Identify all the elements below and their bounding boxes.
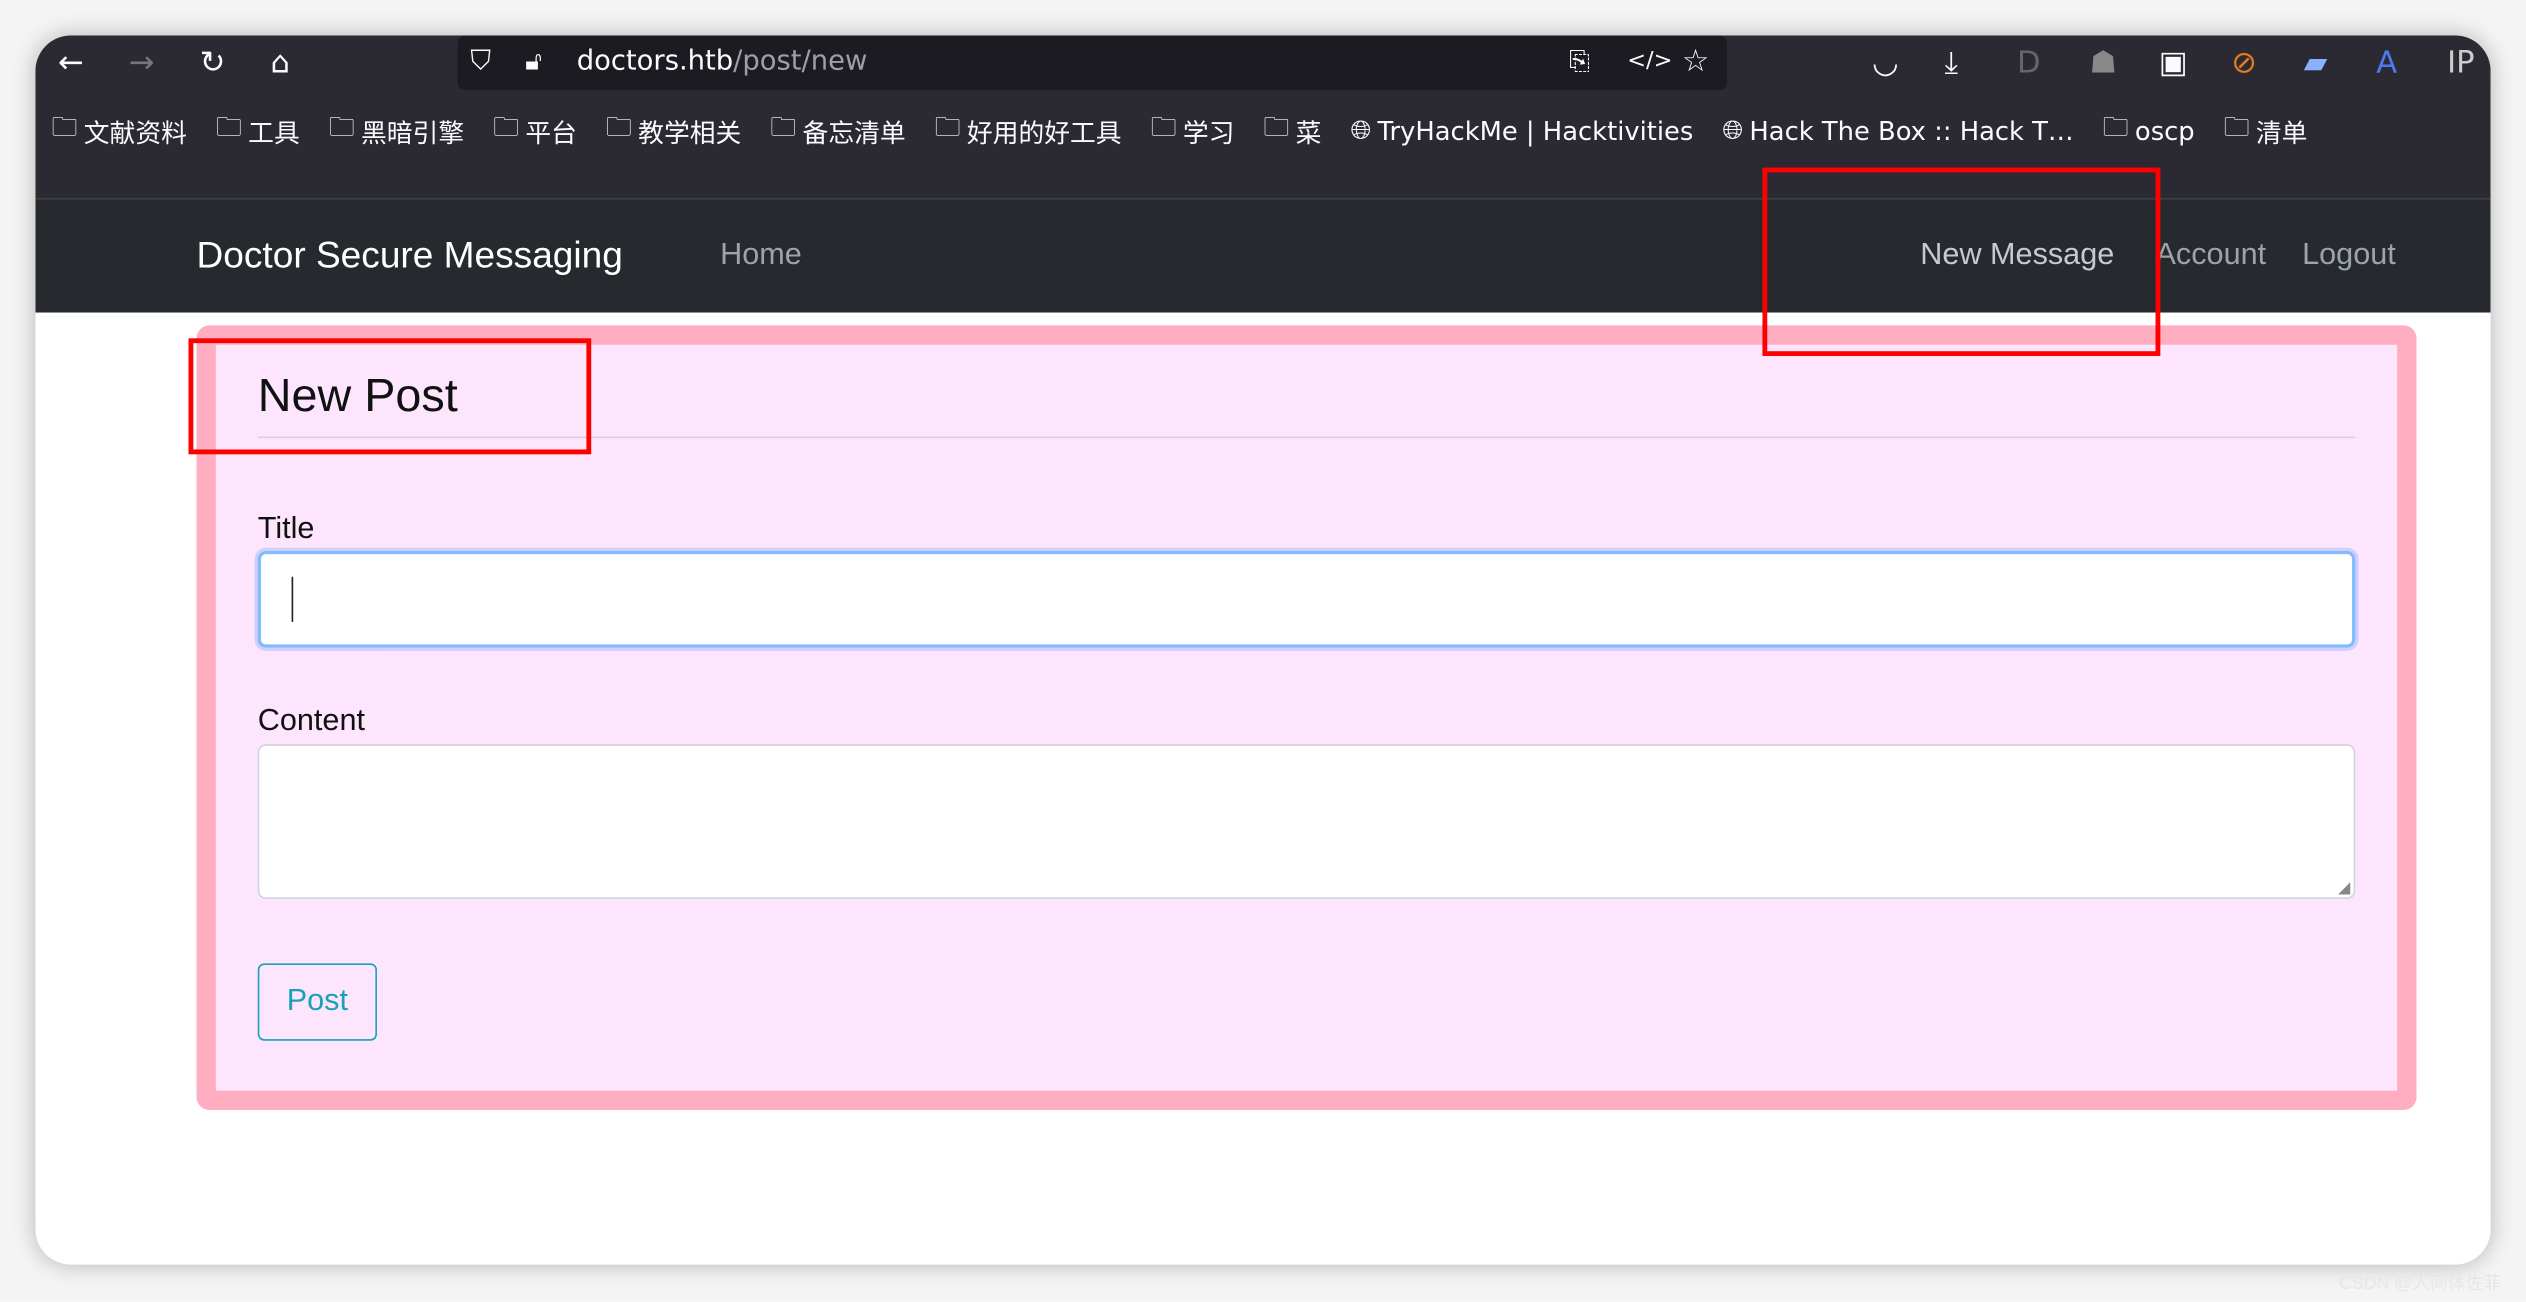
folder-icon: 🗀 (2223, 110, 2250, 141)
extension-bird-icon[interactable]: ▰ (2304, 39, 2328, 87)
bookmark[interactable]: 🗀 oscp (2103, 110, 2195, 148)
url-text[interactable]: doctors.htb/post/new (577, 45, 868, 77)
post-button[interactable]: Post (257, 963, 377, 1041)
pocket-icon[interactable]: ◡ (1872, 39, 1899, 87)
folder-icon: 🗀 (328, 110, 355, 141)
bookmark[interactable]: 🗀 平台 (493, 110, 577, 149)
url-bar[interactable]: ⛉ 🔓︎ doctors.htb/post/new ⎘ </> ☆ (457, 35, 1727, 91)
bookmark[interactable]: 🌐︎ TryHackMe | Hacktivities (1350, 113, 1693, 148)
bookmark[interactable]: 🗀 教学相关 (606, 110, 742, 149)
bookmark-label: 文献资料 (83, 117, 187, 149)
title-label: Title (257, 512, 315, 547)
extension-ip-icon[interactable]: IP (2447, 39, 2474, 87)
bookmark[interactable]: 🗀 工具 (216, 110, 300, 149)
resize-handle-icon[interactable]: ◢ (2338, 880, 2350, 898)
bookmark[interactable]: 🌐︎ Hack The Box :: Hack T… (1722, 113, 2073, 148)
bookmark-label: Hack The Box :: Hack T… (1749, 115, 2074, 146)
folder-icon: 🗀 (493, 110, 519, 141)
folder-icon: 🗀 (934, 110, 961, 141)
back-icon[interactable]: ← (58, 39, 84, 87)
highlight-box-new-post (188, 338, 592, 455)
shield-icon[interactable]: ⛉ (470, 37, 491, 85)
home-icon[interactable]: ⌂ (271, 39, 290, 87)
globe-icon: 🌐︎ (1722, 114, 1743, 145)
bookmark[interactable]: 🗀 好用的好工具 (935, 110, 1122, 149)
bookmark-label: 工具 (248, 117, 300, 149)
watermark: CSDN @人间体佐菲 (2339, 1274, 2501, 1294)
highlight-box-new-message (1762, 167, 2161, 357)
folder-icon: 🗀 (1150, 110, 1177, 141)
folder-icon: 🗀 (1263, 110, 1290, 141)
extension-spy-icon[interactable]: ☗ (2089, 39, 2116, 87)
extension-cookie-icon[interactable]: ⊘ (2231, 39, 2257, 87)
bookmark-label: 学习 (1182, 117, 1235, 149)
insecure-lock-icon[interactable]: 🔓︎ (525, 37, 542, 85)
bookmark-label: 菜 (1295, 117, 1322, 149)
navbar-brand[interactable]: Doctor Secure Messaging (197, 234, 623, 277)
translate-icon[interactable]: ⎘ (1569, 37, 1590, 85)
folder-icon: 🗀 (215, 110, 242, 141)
bookmark[interactable]: 🗀 黑暗引擎 (329, 110, 465, 149)
globe-icon: 🌐︎ (1350, 114, 1372, 145)
reload-icon[interactable]: ↻ (200, 39, 226, 87)
bookmark[interactable]: 🗀 菜 (1263, 110, 1322, 149)
bookmark-label: 清单 (2255, 117, 2308, 149)
bookmark-label: 平台 (525, 117, 577, 149)
title-input[interactable] (257, 550, 2356, 648)
bookmark-label: 黑暗引擎 (360, 117, 465, 149)
nav-account[interactable]: Account (2156, 238, 2267, 273)
download-icon[interactable]: ⤓ (1944, 39, 1958, 87)
extension-eyes-icon[interactable]: ▣ (2159, 39, 2188, 87)
folder-icon: 🗀 (770, 110, 797, 141)
content-label: Content (257, 704, 365, 738)
url-path: /post/new (733, 45, 868, 78)
bookmark-label: 教学相关 (638, 117, 742, 149)
bookmark[interactable]: 🗀 清单 (2224, 110, 2308, 149)
extension-d-icon[interactable]: D (2017, 39, 2041, 87)
bookmark[interactable]: 🗀 文献资料 (52, 110, 187, 149)
bookmarks-bar: 🗀 文献资料 🗀 工具 🗀 黑暗引擎 🗀 平台 🗀 教学相关 🗀 备忘清单 🗀 好用的好工具 … (52, 110, 2308, 149)
nav-home[interactable]: Home (720, 238, 802, 273)
bookmark-label: oscp (2134, 115, 2195, 146)
bookmark[interactable]: 🗀 备忘清单 (770, 110, 906, 149)
bookmark-label: TryHackMe | Hacktivities (1377, 115, 1694, 146)
bookmark-star-icon[interactable]: ☆ (1682, 37, 1709, 85)
forward-icon[interactable]: → (129, 39, 155, 87)
bookmark-label: 备忘清单 (802, 117, 906, 149)
folder-icon: 🗀 (605, 110, 632, 141)
code-icon[interactable]: </> (1627, 37, 1672, 85)
browser-window: ← → ↻ ⌂ ⛉ 🔓︎ doctors.htb/post/new ⎘ </> … (35, 35, 2491, 1265)
folder-icon: 🗀 (51, 110, 78, 141)
url-host: doctors.htb (576, 45, 734, 78)
nav-logout[interactable]: Logout (2302, 238, 2396, 273)
content-textarea[interactable]: ◢ (257, 744, 2356, 899)
extension-translate-icon[interactable]: A (2376, 39, 2397, 87)
text-cursor (291, 576, 294, 622)
folder-icon: 🗀 (2102, 110, 2129, 141)
bookmark[interactable]: 🗀 学习 (1151, 110, 1235, 149)
bookmark-label: 好用的好工具 (966, 117, 1122, 149)
